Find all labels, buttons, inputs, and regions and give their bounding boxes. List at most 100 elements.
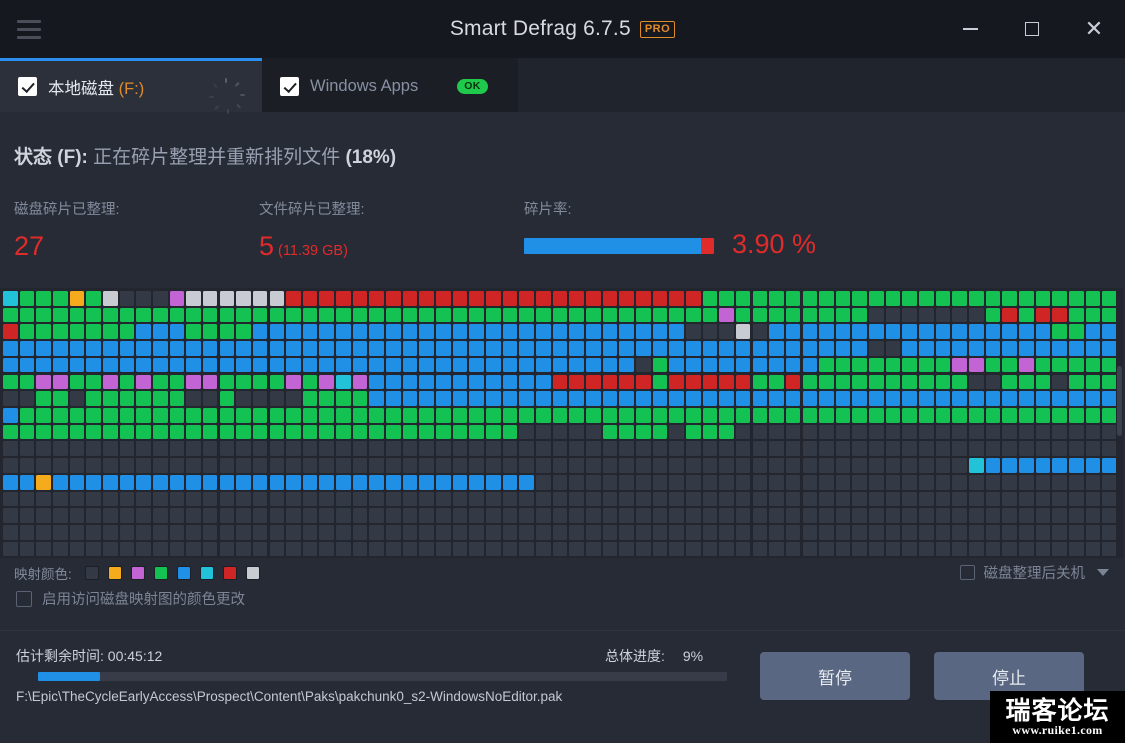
stop-button[interactable]: 停止 (934, 652, 1084, 700)
disk-map-cell (852, 357, 868, 373)
disk-map-cell (302, 525, 318, 540)
disk-map-cell (219, 424, 235, 440)
disk-map-cell (885, 525, 901, 540)
disk-map-cell (969, 341, 984, 356)
pause-button[interactable]: 暂停 (760, 652, 910, 700)
maximize-button[interactable] (1001, 0, 1063, 58)
legend-swatch-ok-file[interactable] (153, 566, 168, 580)
disk-map-cell (702, 357, 718, 373)
disk-map-cell (486, 491, 501, 507)
disk-map-cell (252, 391, 268, 406)
disk-map-cell (1019, 525, 1034, 540)
disk-map-cell (502, 458, 518, 473)
disk-map-cell (402, 391, 418, 406)
disk-map-cell (519, 525, 534, 540)
disk-map-cell (635, 525, 651, 540)
disk-map-cell (952, 541, 968, 557)
disk-map-cell (419, 458, 434, 473)
disk-map-cell (52, 357, 68, 373)
disk-map-cell (552, 357, 568, 373)
disk-map-cell (419, 324, 434, 340)
disk-map-cell (86, 357, 101, 373)
disk-map-cell (1069, 391, 1084, 406)
disk-map-cell (52, 541, 68, 557)
disk-map-cell (785, 458, 801, 473)
disk-map-cell (919, 458, 934, 473)
disk-map-cell (802, 491, 818, 507)
disk-map-cell (186, 324, 201, 340)
disk-map-cell (186, 424, 201, 440)
disk-map-cell (685, 441, 701, 457)
hamburger-menu-icon[interactable] (14, 14, 44, 44)
disk-map-cell (452, 374, 468, 390)
disk-map-cell (935, 357, 951, 373)
checkbox-unchecked-icon[interactable] (959, 565, 975, 580)
legend-swatch-mft[interactable] (199, 566, 214, 580)
disk-map-cell (835, 291, 851, 306)
legend-swatch-unmovable[interactable] (245, 566, 260, 580)
disk-map-cell (635, 491, 651, 507)
disk-map-cell (452, 458, 468, 473)
disk-map-cell (1002, 307, 1017, 323)
legend-swatch-directory[interactable] (130, 566, 145, 580)
disk-map-cell (652, 424, 668, 440)
disk-map-cell (319, 491, 335, 507)
disk-map-cell (286, 424, 301, 440)
disk-map-cell (436, 508, 451, 523)
disk-map-cell (969, 408, 984, 423)
disk-map-cell (169, 391, 185, 406)
disk-map-cell (969, 541, 984, 557)
disk-map-cell (1085, 508, 1101, 523)
minimize-button[interactable] (939, 0, 1001, 58)
disk-map-cell (269, 291, 285, 306)
checkbox-unchecked-icon[interactable] (16, 590, 32, 607)
disk-map-cell (869, 458, 884, 473)
disk-map-cell (552, 474, 568, 490)
disk-map-cell (985, 391, 1001, 406)
disk-map-cell (236, 324, 251, 340)
disk-map[interactable] (0, 288, 1118, 558)
disk-map-cell (502, 474, 518, 490)
shutdown-after-defrag-row[interactable]: 磁盘整理后关机 (959, 562, 1109, 583)
disk-map-cell (1002, 341, 1017, 356)
tab-local-disk-f[interactable]: 本地磁盘 (F:) (0, 58, 262, 114)
legend-swatch-system-file[interactable] (176, 566, 191, 580)
enable-color-change-checkbox-row[interactable]: 启用访问磁盘映射图的颜色更改 (16, 588, 245, 609)
disk-map-cell (1019, 441, 1034, 457)
disk-map-cell (669, 508, 684, 523)
disk-map-cell (219, 291, 235, 306)
stat-file-fragments: 文件碎片已整理: 5 (11.39 GB) (259, 198, 365, 261)
disk-map-scrollbar-thumb[interactable] (1117, 366, 1122, 436)
disk-map-cell (1102, 474, 1117, 490)
disk-map-cell (585, 341, 601, 356)
disk-map-scrollbar[interactable] (1116, 288, 1123, 558)
disk-map-cell (52, 307, 68, 323)
chevron-down-icon[interactable] (1097, 569, 1109, 576)
disk-map-cell (486, 441, 501, 457)
legend-swatch-compressed[interactable] (107, 566, 122, 580)
disk-map-cell (902, 458, 918, 473)
disk-map-cell (419, 508, 434, 523)
disk-map-cell (969, 324, 984, 340)
legend-swatch-fragmented[interactable] (222, 566, 237, 580)
disk-map-cell (452, 291, 468, 306)
disk-map-cell (852, 508, 868, 523)
disk-map-cell (552, 491, 568, 507)
disk-map-cell (3, 307, 18, 323)
tab-windows-apps[interactable]: Windows Apps OK (262, 58, 518, 112)
disk-map-cell (519, 291, 534, 306)
disk-map-cell (935, 408, 951, 423)
disk-map-cell (36, 408, 51, 423)
disk-map-cell (685, 491, 701, 507)
disk-map-cell (602, 474, 618, 490)
tab-checkbox-checked-icon[interactable] (280, 77, 299, 96)
disk-map-cell (186, 508, 201, 523)
disk-map-cell (19, 508, 35, 523)
disk-map-cell (402, 357, 418, 373)
disk-map-cell (336, 441, 351, 457)
disk-map-cell (519, 307, 534, 323)
tab-checkbox-checked-icon[interactable] (18, 77, 37, 96)
legend-swatch-free-space[interactable] (84, 566, 99, 580)
disk-map-cell (669, 324, 684, 340)
close-button[interactable]: ✕ (1063, 0, 1125, 58)
